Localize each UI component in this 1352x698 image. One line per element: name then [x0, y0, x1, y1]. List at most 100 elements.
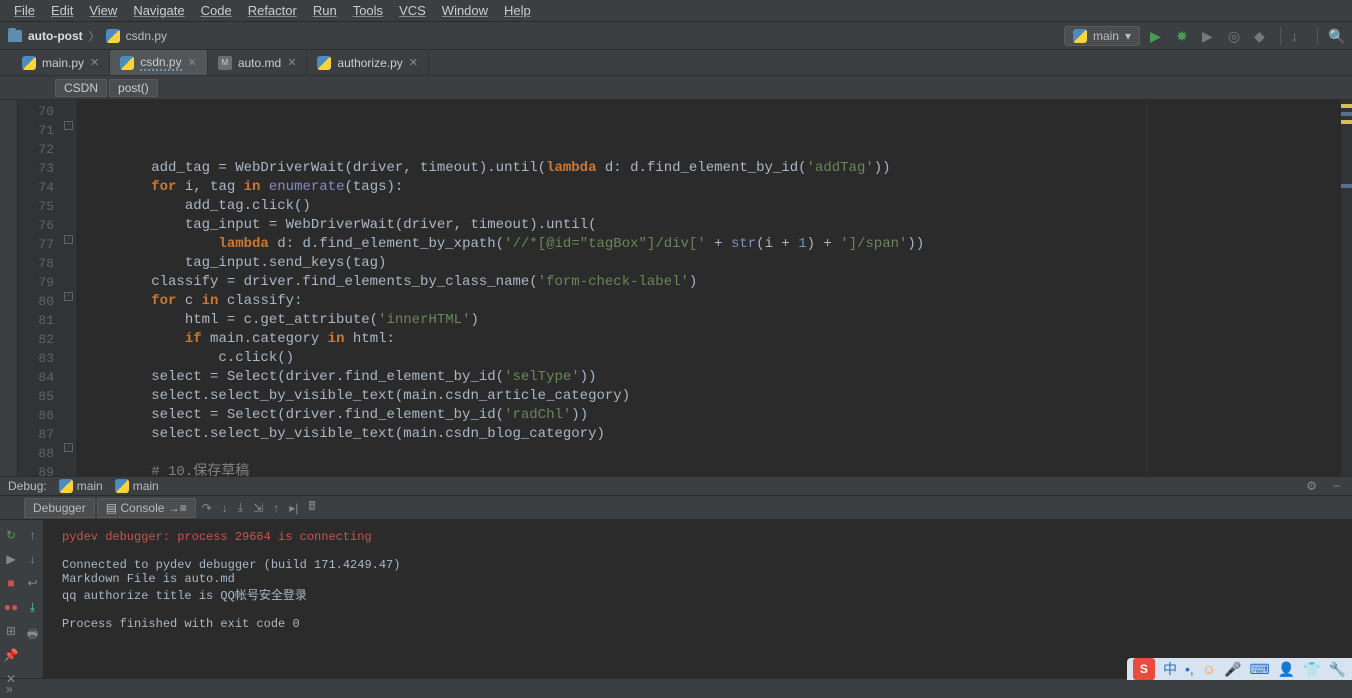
debug-button[interactable]: ✸ — [1176, 28, 1192, 44]
profile-button[interactable]: ◎ — [1228, 28, 1244, 44]
fold-marker[interactable]: − — [64, 235, 73, 244]
fold-gutter[interactable]: − − − − — [62, 100, 76, 476]
ime-lang-toggle[interactable]: 中 — [1163, 659, 1177, 679]
menu-vcs[interactable]: VCS — [391, 1, 434, 20]
voice-icon[interactable]: 🎤 — [1224, 661, 1241, 678]
python-file-icon — [106, 29, 120, 43]
keyboard-icon[interactable]: ⌨ — [1249, 661, 1269, 678]
stop-icon[interactable]: ■ — [7, 576, 14, 590]
close-icon[interactable]: ✕ — [409, 56, 418, 69]
evaluate-icon[interactable]: 🖩 — [304, 497, 319, 518]
crumb-class[interactable]: CSDN — [55, 79, 107, 97]
breakpoints-icon[interactable]: ●● — [4, 600, 19, 614]
run-config-selector[interactable]: main ▾ — [1064, 26, 1140, 46]
print-icon[interactable]: 🖶 — [27, 625, 38, 646]
expand-icon[interactable]: » — [6, 682, 13, 696]
soft-wrap-icon[interactable]: ↩ — [27, 576, 37, 590]
project-name[interactable]: auto-post — [28, 29, 83, 43]
console-line: pydev debugger: process 29664 is connect… — [62, 530, 1334, 544]
scroll-end-icon[interactable]: ⤓ — [30, 600, 35, 615]
menu-code[interactable]: Code — [193, 1, 240, 20]
console-line: qq authorize title is QQ帐号安全登录 — [62, 586, 1334, 603]
close-icon[interactable]: ✕ — [90, 56, 99, 69]
menu-run[interactable]: Run — [305, 1, 345, 20]
project-tool-strip[interactable] — [0, 100, 18, 476]
step-into-icon[interactable]: ↓ — [218, 501, 232, 515]
markdown-file-icon: M — [218, 56, 232, 70]
menu-edit[interactable]: Edit — [43, 1, 81, 20]
chevron-down-icon: ▾ — [1125, 29, 1131, 43]
python-file-icon — [120, 56, 134, 70]
menu-window[interactable]: Window — [434, 1, 496, 20]
toolbar: auto-post 〉 csdn.py main ▾ ▶ ✸ ▶ ◎ ◆ ↓ 🔍 — [0, 22, 1352, 50]
crumb-method[interactable]: post() — [109, 79, 158, 97]
step-over-icon[interactable]: ↷ — [198, 501, 216, 515]
emoji-icon[interactable]: ☺ — [1202, 661, 1216, 677]
tab-authorize-py[interactable]: authorize.py ✕ — [307, 50, 429, 75]
resume-icon[interactable]: ▶ — [6, 552, 15, 566]
python-file-icon — [22, 56, 36, 70]
menu-help[interactable]: Help — [496, 1, 539, 20]
tab-auto-md[interactable]: M auto.md ✕ — [208, 50, 308, 75]
step-out-icon[interactable]: ↑ — [269, 501, 283, 515]
console-output[interactable]: pydev debugger: process 29664 is connect… — [44, 520, 1352, 678]
tab-csdn-py[interactable]: csdn.py ✕ — [110, 50, 208, 75]
status-bar: » — [0, 678, 1352, 698]
run-to-cursor-icon[interactable]: ▸| — [285, 501, 302, 515]
punctuation-icon[interactable]: •, — [1185, 661, 1194, 677]
pin-icon[interactable]: 📌 — [4, 648, 19, 662]
debug-toolbar: Debug: main main ⚙ − — [0, 476, 1352, 496]
tab-console[interactable]: ▤ Console →≡ — [97, 498, 196, 518]
debug-config-2[interactable]: main — [115, 479, 159, 493]
up-icon[interactable]: ↑ — [30, 528, 36, 542]
code-area[interactable]: add_tag = WebDriverWait(driver, timeout)… — [76, 100, 1340, 476]
rerun-icon[interactable]: ↻ — [6, 528, 16, 542]
menu-file[interactable]: File — [6, 1, 43, 20]
menu-tools[interactable]: Tools — [345, 1, 391, 20]
console-line: Connected to pydev debugger (build 171.4… — [62, 558, 1334, 572]
code-breadcrumb: CSDN post() — [0, 76, 1352, 100]
python-icon — [115, 479, 129, 493]
toolbox-icon[interactable]: 🔧 — [1329, 661, 1346, 678]
minimize-icon[interactable]: − — [1329, 479, 1344, 493]
folder-icon — [8, 30, 22, 42]
fold-marker[interactable]: − — [64, 443, 73, 452]
tab-debugger[interactable]: Debugger — [24, 498, 95, 518]
run-button[interactable]: ▶ — [1150, 28, 1166, 44]
python-file-icon — [317, 56, 331, 70]
concurrency-button[interactable]: ◆ — [1254, 28, 1270, 44]
console-panel: ↻ ▶ ■ ●● ⊞ 📌 ✕ ↑ ↓ ↩ ⤓ 🖶 pydev debugger:… — [0, 520, 1352, 678]
editor-tabs: main.py ✕ csdn.py ✕ M auto.md ✕ authoriz… — [0, 50, 1352, 76]
debug-panel-tabs: Debugger ▤ Console →≡ ↷ ↓ ⤓ ⇲ ↑ ▸| 🖩 — [0, 496, 1352, 520]
menu-navigate[interactable]: Navigate — [125, 1, 192, 20]
menu-refactor[interactable]: Refactor — [240, 1, 305, 20]
person-icon[interactable]: 👤 — [1278, 661, 1295, 678]
step-into-my-icon[interactable]: ⤓ — [234, 500, 247, 515]
current-file[interactable]: csdn.py — [126, 29, 167, 43]
skin-icon[interactable]: 👕 — [1303, 661, 1320, 678]
fold-marker[interactable]: − — [64, 121, 73, 130]
gear-icon[interactable]: ⚙ — [1302, 479, 1321, 493]
menu-bar: File Edit View Navigate Code Refactor Ru… — [0, 0, 1352, 22]
force-step-icon[interactable]: ⇲ — [249, 501, 267, 515]
close-icon[interactable]: ✕ — [188, 56, 197, 69]
console-icon: ▤ — [106, 501, 121, 515]
tab-main-py[interactable]: main.py ✕ — [12, 50, 110, 75]
close-icon[interactable]: ✕ — [287, 56, 296, 69]
coverage-button[interactable]: ▶ — [1202, 28, 1218, 44]
search-everywhere-button[interactable]: 🔍 — [1328, 28, 1344, 44]
update-project-button[interactable]: ↓ — [1291, 28, 1307, 44]
fold-marker[interactable]: − — [64, 292, 73, 301]
python-icon — [1073, 29, 1087, 43]
debug-config-1[interactable]: main — [59, 479, 103, 493]
down-icon[interactable]: ↓ — [30, 552, 36, 566]
layout-icon[interactable]: ⊞ — [6, 624, 16, 638]
error-stripe[interactable] — [1340, 100, 1352, 476]
menu-view[interactable]: View — [81, 1, 125, 20]
sogou-ime-icon[interactable]: S — [1133, 658, 1155, 680]
python-icon — [59, 479, 73, 493]
ime-toolbar: S 中 •, ☺ 🎤 ⌨ 👤 👕 🔧 — [1127, 658, 1352, 680]
debug-side-strip: ↻ ▶ ■ ●● ⊞ 📌 ✕ — [0, 520, 22, 678]
console-line: Process finished with exit code 0 — [62, 617, 1334, 631]
console-side-strip: ↑ ↓ ↩ ⤓ 🖶 — [22, 520, 44, 678]
